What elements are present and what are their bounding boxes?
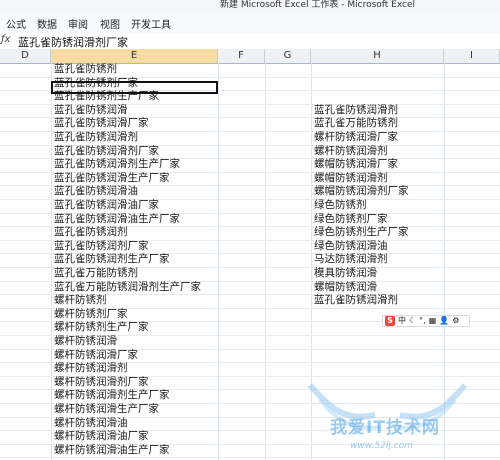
ribbon-tabs: 公式 数据 审阅 视图 开发工具 — [0, 11, 500, 34]
cell-e[interactable]: 蓝孔雀防锈润滑剂 — [54, 131, 138, 144]
cell-e[interactable]: 蓝孔雀防锈润剂生产厂家 — [54, 253, 170, 266]
gridline — [311, 63, 312, 460]
gridline — [218, 63, 219, 460]
cell-e[interactable]: 蓝孔雀万能防锈润滑剂生产厂家 — [54, 281, 201, 294]
window-title-bar: 新建 Microsoft Excel 工作表 - Microsoft Excel — [0, 0, 500, 11]
column-header-e[interactable]: E — [51, 49, 218, 63]
cell-e[interactable]: 螺杆防锈润滑生产厂家 — [54, 403, 159, 416]
cell-h[interactable]: 蓝孔雀防锈润滑剂 — [314, 104, 398, 117]
ime-toolbar[interactable]: S 中 ☾ °, ▦ 👤 ⚙ — [382, 315, 470, 327]
window-title: 新建 Microsoft Excel 工作表 - Microsoft Excel — [220, 0, 416, 10]
gridline — [265, 63, 266, 460]
settings-icon[interactable]: ⚙ — [452, 316, 459, 326]
cell-h[interactable]: 模具防锈润滑 — [314, 267, 377, 280]
column-headers: D E F G H I — [0, 49, 500, 64]
cell-e[interactable]: 螺杆防锈剂生产厂家 — [54, 321, 149, 334]
cell-e[interactable]: 螺杆防锈润滑油 — [54, 417, 128, 430]
cell-e[interactable]: 蓝孔雀防锈润剂厂家 — [54, 240, 149, 253]
gridline — [51, 63, 52, 460]
cell-e[interactable]: 蓝孔雀防锈润滑油厂家 — [54, 199, 159, 212]
active-cell-selection[interactable] — [51, 81, 218, 94]
tab-developer[interactable]: 开发工具 — [131, 16, 171, 31]
cell-e[interactable]: 蓝孔雀防锈润滑油生产厂家 — [54, 213, 180, 226]
tab-review[interactable]: 审阅 — [68, 16, 88, 31]
cell-e[interactable]: 螺杆防锈剂厂家 — [54, 308, 128, 321]
cell-e[interactable]: 蓝孔雀防锈剂 — [54, 63, 117, 76]
column-header-i[interactable]: I — [444, 49, 500, 63]
cell-e[interactable]: 蓝孔雀万能防锈剂 — [54, 267, 138, 280]
cell-h[interactable]: 绿色防锈剂生产厂家 — [314, 226, 409, 239]
cell-h[interactable]: 绿色防锈润滑油 — [314, 240, 388, 253]
cell-e[interactable]: 螺杆防锈润滑剂 — [54, 362, 128, 375]
cell-h[interactable]: 绿色防锈剂厂家 — [314, 213, 388, 226]
cell-e[interactable]: 螺杆防锈润滑剂厂家 — [54, 376, 149, 389]
watermark-url: www.52ij.com — [350, 441, 413, 451]
keyboard-icon[interactable]: ▦ — [429, 316, 437, 326]
row-gridline — [0, 457, 500, 458]
cell-h[interactable]: 螺杆防锈润滑厂家 — [314, 131, 398, 144]
fx-icon[interactable]: ƒx — [1, 34, 10, 45]
cell-e[interactable]: 蓝孔雀防锈润滑油 — [54, 185, 138, 198]
tab-data[interactable]: 数据 — [37, 16, 57, 31]
cell-h[interactable]: 螺帽防锈润滑 — [314, 281, 377, 294]
column-header-g[interactable]: G — [265, 49, 311, 63]
cell-h[interactable]: 螺帽防锈润滑剂 — [314, 172, 388, 185]
cell-e[interactable]: 蓝孔雀防锈润滑 — [54, 104, 128, 117]
cell-e[interactable]: 螺杆防锈润滑剂生产厂家 — [54, 389, 170, 402]
column-header-h[interactable]: H — [311, 49, 444, 63]
cell-h[interactable]: 绿色防锈剂 — [314, 199, 367, 212]
column-header-f[interactable]: F — [218, 49, 265, 63]
watermark-text: 我爱IT技术网 — [330, 418, 440, 438]
cell-h[interactable]: 螺帽防锈润滑剂厂家 — [314, 185, 409, 198]
punctuation-icon[interactable]: °, — [419, 316, 426, 326]
cell-e[interactable]: 螺杆防锈润滑 — [54, 335, 117, 348]
tab-formulas[interactable]: 公式 — [6, 16, 26, 31]
cell-e[interactable]: 螺杆防锈润滑厂家 — [54, 349, 138, 362]
tab-view[interactable]: 视图 — [100, 16, 120, 31]
cell-e[interactable]: 螺杆防锈剂 — [54, 294, 107, 307]
worksheet-grid[interactable]: 蓝孔雀防锈剂 蓝孔雀防锈剂厂家 蓝孔雀防锈剂生产厂家 蓝孔雀防锈润滑 蓝孔雀防锈润滑剂蓝… — [0, 63, 500, 460]
moon-icon[interactable]: ☾ — [409, 316, 416, 326]
cell-h[interactable]: 蓝孔雀防锈润滑剂 — [314, 294, 398, 307]
cell-e[interactable]: 蓝孔雀防锈润剂 — [54, 226, 128, 239]
cell-h[interactable]: 马达防锈润滑剂 — [314, 253, 388, 266]
cell-e[interactable]: 螺杆防锈润滑油厂家 — [54, 430, 149, 443]
formula-bar: ƒx 蓝孔雀防锈润滑剂厂家 — [0, 33, 500, 50]
cell-h[interactable]: 螺帽防锈润滑厂家 — [314, 158, 398, 171]
cell-e[interactable]: 蓝孔雀防锈润滑剂厂家 — [54, 145, 159, 158]
column-header-d[interactable]: D — [0, 49, 51, 63]
cell-e[interactable]: 蓝孔雀防锈润滑厂家 — [54, 117, 149, 130]
cell-h[interactable]: 蓝孔雀万能防锈剂 — [314, 117, 398, 130]
cell-e[interactable]: 蓝孔雀防锈润滑剂生产厂家 — [54, 158, 180, 171]
ime-logo-icon[interactable]: S — [385, 316, 395, 326]
ime-mode[interactable]: 中 — [398, 316, 406, 326]
cell-e[interactable]: 蓝孔雀防锈润滑生产厂家 — [54, 172, 170, 185]
cell-e[interactable]: 螺杆防锈润滑油生产厂家 — [54, 444, 170, 457]
gridline — [444, 63, 445, 460]
user-icon[interactable]: 👤 — [439, 316, 449, 326]
cell-h[interactable]: 螺杆防锈润滑剂 — [314, 145, 388, 158]
formula-input[interactable]: 蓝孔雀防锈润滑剂厂家 — [18, 34, 128, 50]
